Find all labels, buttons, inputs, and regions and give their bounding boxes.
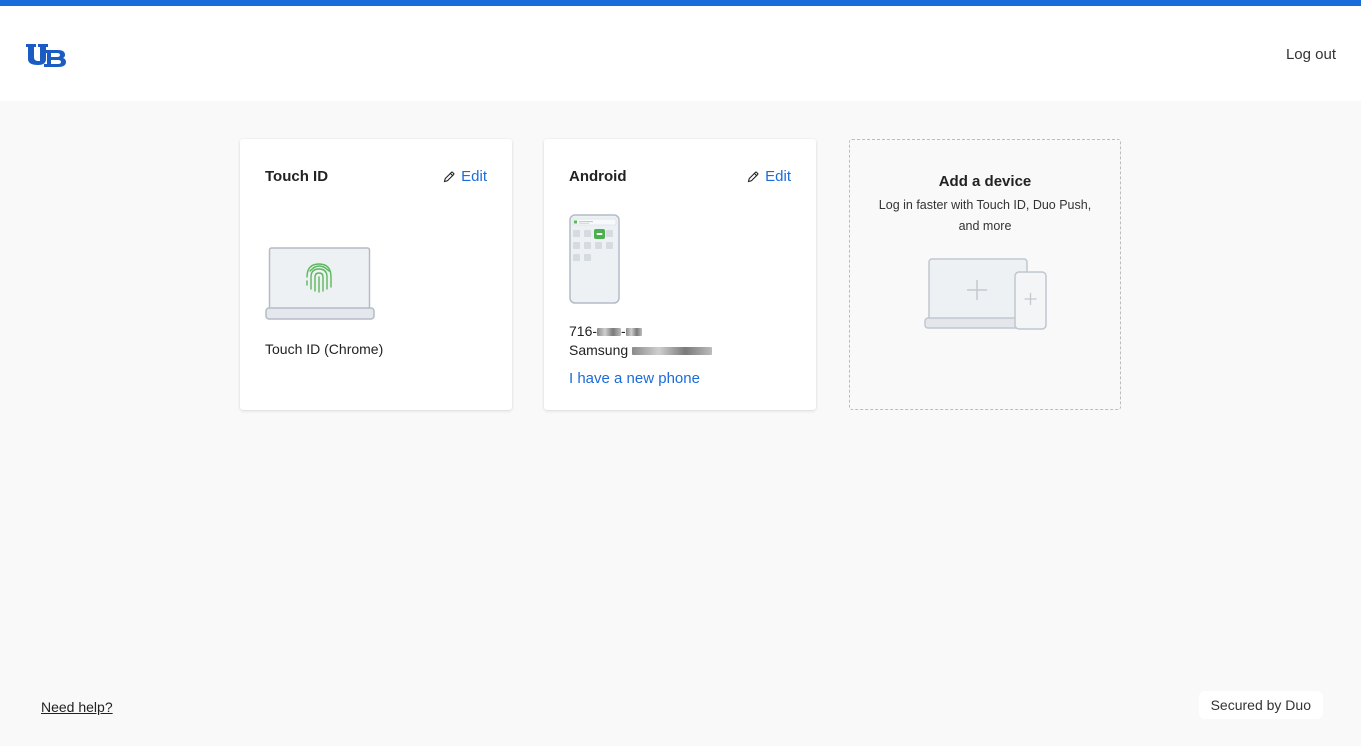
edit-device-button[interactable]: Edit [443,168,487,185]
secured-by-duo: Secured by Duo [1198,691,1323,719]
add-device-card[interactable]: Add a device Log in faster with Touch ID… [849,139,1121,410]
new-phone-link[interactable]: I have a new phone [569,369,700,388]
android-phone-icon [569,214,620,304]
add-device-title: Add a device [938,173,1032,190]
need-help-link[interactable]: Need help? [41,699,113,715]
phone-prefix: 716- [569,323,598,339]
edit-label: Edit [765,168,791,185]
device-card-android: Android Edit 716- - Samsung I have a new… [544,139,816,410]
edit-device-button[interactable]: Edit [747,168,791,185]
redacted-block [625,328,642,337]
ub-logo-icon [26,44,66,67]
device-card-touch-id: Touch ID Edit Touch ID (Chrome) [240,139,512,410]
redacted-block [632,347,713,356]
laptop-fingerprint-icon [265,247,375,320]
device-name: Touch ID (Chrome) [265,341,384,357]
redacted-block [597,328,622,337]
edit-label: Edit [461,168,487,185]
device-model: Samsung [569,341,713,360]
pencil-icon [443,171,455,182]
model-prefix: Samsung [569,342,633,358]
device-title: Touch ID [265,168,329,185]
logout-link[interactable]: Log out [1286,46,1336,63]
header: Log out [0,6,1361,101]
device-phone-number: 716- - [569,322,642,341]
add-device-subtitle: Log in faster with Touch ID, Duo Push, a… [878,198,1092,233]
pencil-icon [747,171,759,182]
device-title: Android [569,168,627,185]
add-device-icon [924,258,1047,330]
